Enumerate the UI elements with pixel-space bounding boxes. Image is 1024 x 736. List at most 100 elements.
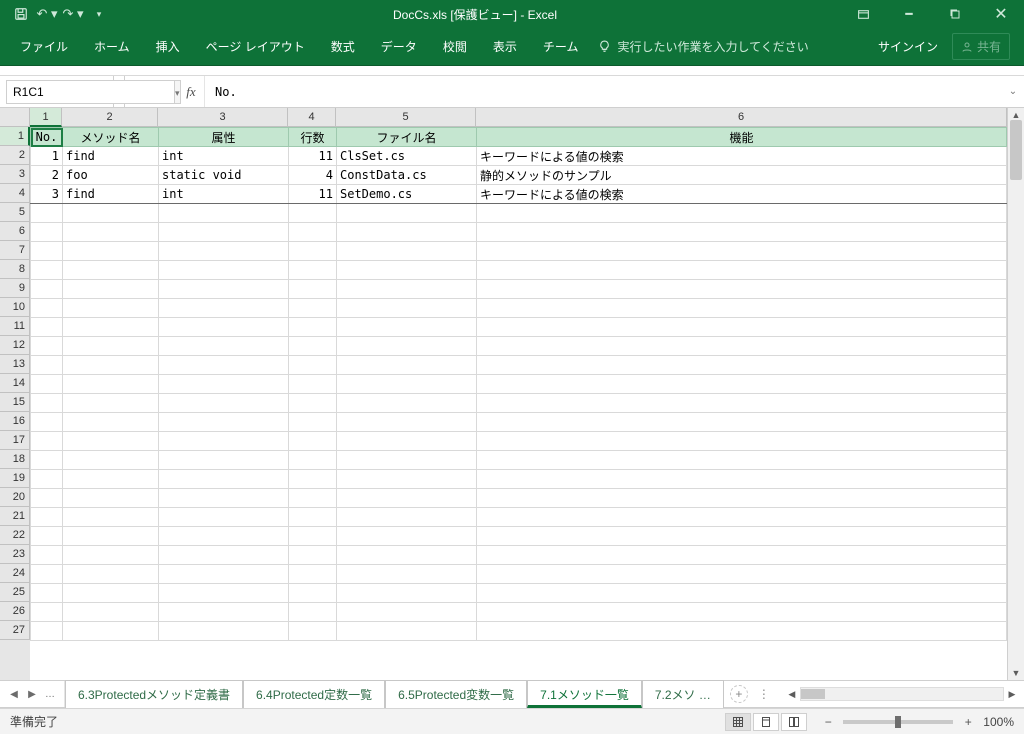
row-header[interactable]: 2 bbox=[0, 146, 30, 165]
row-header[interactable]: 19 bbox=[0, 469, 30, 488]
close-icon[interactable]: ✕ bbox=[978, 0, 1024, 28]
cell[interactable] bbox=[289, 223, 337, 242]
cell[interactable] bbox=[337, 451, 477, 470]
zoom-out-icon[interactable]: − bbox=[821, 715, 835, 729]
share-button[interactable]: 共有 bbox=[952, 33, 1010, 60]
cell[interactable] bbox=[337, 261, 477, 280]
row-header[interactable]: 25 bbox=[0, 583, 30, 602]
ribbon-tab-formulas[interactable]: 数式 bbox=[329, 32, 357, 61]
cell[interactable] bbox=[31, 261, 63, 280]
cell[interactable] bbox=[477, 432, 1007, 451]
cell[interactable] bbox=[477, 508, 1007, 527]
cell[interactable] bbox=[337, 394, 477, 413]
cell[interactable] bbox=[159, 337, 289, 356]
cell[interactable] bbox=[337, 565, 477, 584]
sheet-tab[interactable]: 7.2メソ … bbox=[642, 680, 724, 708]
cell[interactable] bbox=[289, 356, 337, 375]
cell[interactable] bbox=[31, 299, 63, 318]
cell[interactable] bbox=[31, 470, 63, 489]
cell[interactable] bbox=[477, 413, 1007, 432]
cell[interactable] bbox=[63, 508, 159, 527]
row-header[interactable]: 20 bbox=[0, 488, 30, 507]
cell[interactable] bbox=[477, 394, 1007, 413]
row-header[interactable]: 17 bbox=[0, 431, 30, 450]
cell[interactable] bbox=[337, 584, 477, 603]
cell[interactable]: 4 bbox=[289, 166, 337, 185]
redo-icon[interactable]: ↷ ▾ bbox=[62, 3, 84, 25]
cell[interactable] bbox=[31, 280, 63, 299]
cell[interactable] bbox=[31, 546, 63, 565]
cell[interactable] bbox=[159, 261, 289, 280]
cell[interactable] bbox=[289, 622, 337, 641]
cell[interactable] bbox=[31, 318, 63, 337]
ribbon-tab-insert[interactable]: 挿入 bbox=[154, 32, 182, 61]
zoom-level[interactable]: 100% bbox=[983, 715, 1014, 729]
row-header[interactable]: 23 bbox=[0, 545, 30, 564]
row-header[interactable]: 5 bbox=[0, 203, 30, 222]
cell[interactable] bbox=[477, 470, 1007, 489]
cell[interactable] bbox=[337, 413, 477, 432]
cell[interactable] bbox=[63, 527, 159, 546]
cell[interactable] bbox=[337, 337, 477, 356]
cell[interactable] bbox=[477, 375, 1007, 394]
scroll-thumb[interactable] bbox=[1010, 120, 1022, 180]
cell[interactable] bbox=[289, 261, 337, 280]
row-header[interactable]: 8 bbox=[0, 260, 30, 279]
cell[interactable] bbox=[477, 299, 1007, 318]
cell[interactable] bbox=[63, 375, 159, 394]
column-header[interactable]: 4 bbox=[288, 108, 336, 127]
cell[interactable] bbox=[159, 318, 289, 337]
ribbon-tab-page-layout[interactable]: ページ レイアウト bbox=[204, 32, 307, 61]
row-header[interactable]: 3 bbox=[0, 165, 30, 184]
cell[interactable] bbox=[63, 603, 159, 622]
cell[interactable] bbox=[31, 223, 63, 242]
sheet-tab[interactable]: 6.3Protectedメソッド定義書 bbox=[65, 680, 243, 708]
normal-view-icon[interactable] bbox=[725, 713, 751, 731]
cell[interactable] bbox=[159, 508, 289, 527]
cell[interactable] bbox=[159, 584, 289, 603]
row-header[interactable]: 11 bbox=[0, 317, 30, 336]
sheet-tab[interactable]: 6.4Protected定数一覧 bbox=[243, 680, 385, 708]
cell[interactable] bbox=[289, 565, 337, 584]
cell[interactable]: SetDemo.cs bbox=[337, 185, 477, 204]
sheet-tab[interactable]: 7.1メソッド一覧 bbox=[527, 680, 642, 708]
column-header[interactable]: 3 bbox=[158, 108, 288, 127]
column-header[interactable]: 5 bbox=[336, 108, 476, 127]
cell[interactable] bbox=[289, 508, 337, 527]
cells-area[interactable]: No.メソッド名属性行数ファイル名機能1findint11ClsSet.csキー… bbox=[30, 127, 1007, 680]
row-header[interactable]: 7 bbox=[0, 241, 30, 260]
cell[interactable] bbox=[477, 318, 1007, 337]
cell[interactable] bbox=[63, 622, 159, 641]
cell[interactable]: foo bbox=[63, 166, 159, 185]
cell[interactable] bbox=[289, 489, 337, 508]
cell[interactable] bbox=[159, 223, 289, 242]
scroll-down-icon[interactable]: ▼ bbox=[1008, 666, 1024, 680]
cell[interactable] bbox=[337, 375, 477, 394]
cell[interactable] bbox=[31, 527, 63, 546]
cell[interactable] bbox=[63, 261, 159, 280]
cell[interactable] bbox=[159, 242, 289, 261]
page-break-view-icon[interactable] bbox=[781, 713, 807, 731]
save-icon[interactable] bbox=[10, 3, 32, 25]
cell[interactable] bbox=[289, 432, 337, 451]
row-header[interactable]: 24 bbox=[0, 564, 30, 583]
cell[interactable] bbox=[159, 413, 289, 432]
row-header[interactable]: 27 bbox=[0, 621, 30, 640]
hscroll-thumb[interactable] bbox=[801, 689, 825, 699]
cell[interactable] bbox=[289, 204, 337, 223]
cell[interactable] bbox=[289, 337, 337, 356]
cell[interactable] bbox=[159, 451, 289, 470]
cell[interactable] bbox=[63, 337, 159, 356]
name-box[interactable] bbox=[6, 80, 175, 104]
cell[interactable] bbox=[477, 622, 1007, 641]
cell[interactable] bbox=[31, 603, 63, 622]
row-header[interactable]: 16 bbox=[0, 412, 30, 431]
cell[interactable] bbox=[477, 603, 1007, 622]
cell[interactable] bbox=[63, 584, 159, 603]
sheet-tab[interactable]: 6.5Protected変数一覧 bbox=[385, 680, 527, 708]
ribbon-tab-team[interactable]: チーム bbox=[541, 32, 581, 61]
horizontal-scrollbar[interactable]: ◀ ▶ bbox=[780, 681, 1024, 707]
cell[interactable]: find bbox=[63, 147, 159, 166]
cell[interactable] bbox=[31, 584, 63, 603]
cell[interactable] bbox=[159, 375, 289, 394]
